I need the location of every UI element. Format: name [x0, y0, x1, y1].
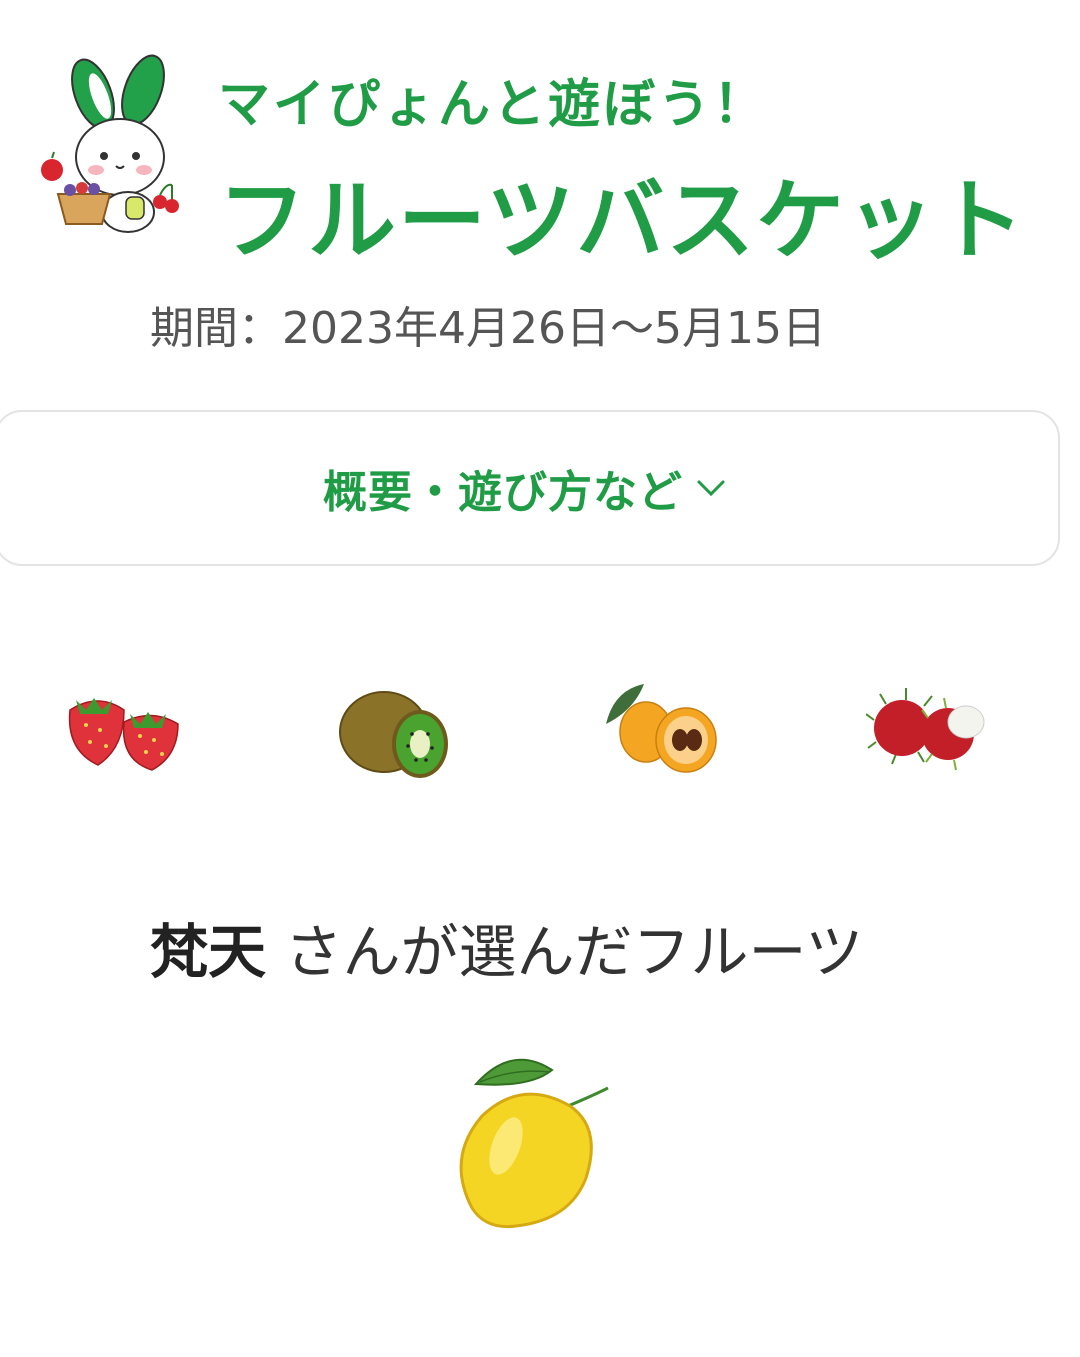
page-title: フルーツバスケット: [218, 169, 1027, 272]
loquat-icon[interactable]: [600, 670, 740, 790]
lemon-icon: [459, 1058, 609, 1229]
summary-toggle-button[interactable]: 概要・遊び方など: [0, 410, 1060, 566]
fruit-options: [0, 670, 1080, 800]
selected-fruit-caption: 梵天 さんが選んだフルーツ: [150, 905, 863, 989]
selected-fruit-suffix: さんが選んだフルーツ: [266, 918, 864, 986]
event-period: 期間：2023年4月26日〜5月15日: [150, 303, 826, 354]
chevron-down-icon: [697, 480, 725, 497]
kiwi-icon[interactable]: [336, 670, 476, 790]
page-subtitle: マイぴょんと遊ぼう！: [218, 75, 769, 135]
summary-toggle-label: 概要・遊び方など: [323, 467, 683, 518]
strawberry-icon[interactable]: [58, 670, 198, 790]
rabbit-with-fruit-basket-icon: [41, 54, 179, 233]
page: マイぴょんと遊ぼう！ フルーツバスケット 期間：2023年4月26日〜5月15日…: [0, 0, 1080, 1357]
rambutan-icon[interactable]: [866, 670, 1006, 790]
user-name: 梵天: [150, 918, 267, 986]
